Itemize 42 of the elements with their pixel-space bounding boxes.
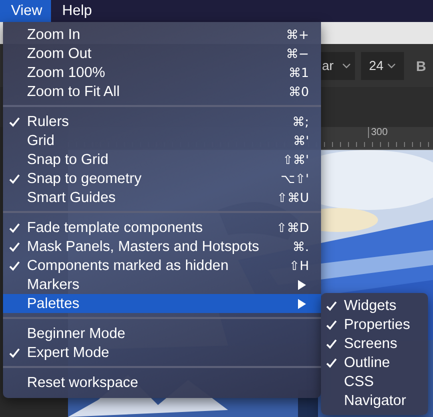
shortcut-label: ⌘' (293, 133, 309, 148)
font-dropdown[interactable]: ar (319, 52, 355, 80)
menu-item[interactable]: Mask Panels, Masters and Hotspots ⌘. (3, 237, 321, 256)
menu-item[interactable]: Reset workspace (3, 373, 321, 392)
menu-item[interactable]: Snap to Grid ⇧⌘' (3, 150, 321, 169)
shortcut-label: ⌘; (292, 114, 309, 129)
menu-item[interactable]: Rulers ⌘; (3, 112, 321, 131)
menu-item[interactable]: Navigator (321, 391, 428, 410)
menu-item[interactable]: Fade template components ⇧⌘D (3, 218, 321, 237)
font-size-dropdown[interactable]: 24 (361, 52, 404, 80)
shortcut-label: ⇧H (289, 258, 309, 273)
shortcut-label: ⇧⌘' (282, 152, 309, 167)
menu-item[interactable]: CSS (321, 372, 428, 391)
chevron-icon (387, 62, 396, 69)
bold-button[interactable]: B (410, 58, 432, 74)
menu-item[interactable]: Markers (3, 275, 321, 294)
menu-item[interactable]: Zoom 100% ⌘1 (3, 63, 321, 82)
shortcut-label: ⌘− (286, 46, 309, 61)
menu-item[interactable]: Palettes (3, 294, 321, 313)
shortcut-label: ⇧⌘D (276, 220, 309, 235)
menu-item[interactable]: Screens (321, 334, 428, 353)
menu-item[interactable]: Widgets (321, 296, 428, 315)
menu-bar-item[interactable]: Help (51, 0, 101, 22)
shortcut-label: ⌘+ (286, 27, 309, 42)
menu-item[interactable]: Zoom to Fit All ⌘0 (3, 82, 321, 101)
shortcut-label: ⇧⌘U (276, 190, 309, 205)
menu-item[interactable]: Outline (321, 353, 428, 372)
menu-item[interactable]: Beginner Mode (3, 324, 321, 343)
menu-item[interactable]: Grid ⌘' (3, 131, 321, 150)
menu-bar-item[interactable]: View (0, 0, 52, 22)
menu-item[interactable]: Components marked as hidden ⇧H (3, 256, 321, 275)
menu-item[interactable]: Expert Mode (3, 343, 321, 362)
shortcut-label: ⌘0 (288, 84, 309, 99)
menu-item[interactable]: Smart Guides ⇧⌘U (3, 188, 321, 207)
ruler-label: 300 (368, 127, 388, 138)
menu-item[interactable]: Zoom Out ⌘− (3, 44, 321, 63)
menu-item[interactable]: Properties (321, 315, 428, 334)
shortcut-label: ⌘1 (288, 65, 309, 80)
menu-item[interactable]: Snap to geometry ⌥⇧' (3, 169, 321, 188)
chevron-icon (342, 62, 351, 69)
shortcut-label: ⌥⇧' (280, 171, 309, 186)
shortcut-label: ⌘. (292, 239, 309, 254)
